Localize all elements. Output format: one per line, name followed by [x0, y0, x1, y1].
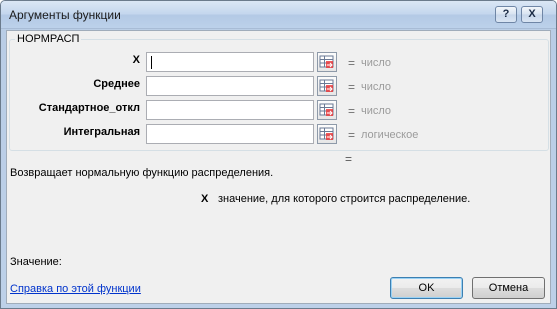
help-link[interactable]: Справка по этой функции	[10, 283, 141, 295]
arg-label-stdev: Стандартное_откл	[38, 102, 140, 114]
dialog-body: НОРМРАСП X = число Среднее = число Станд…	[6, 30, 551, 304]
text-caret	[151, 56, 152, 69]
arg-label-x: X	[132, 54, 140, 66]
range-select-icon[interactable]	[317, 52, 337, 72]
value-label: Значение:	[10, 256, 62, 268]
arg-input-stdev[interactable]	[146, 100, 314, 120]
arg-label-mean: Среднее	[93, 78, 140, 90]
arg-equals-stdev: =	[348, 104, 356, 118]
range-select-icon[interactable]	[317, 124, 337, 144]
arg-description-text: значение, для которого строится распреде…	[218, 193, 471, 205]
arg-input-mean[interactable]	[146, 76, 314, 96]
title-bar[interactable]: Аргументы функции ? X	[1, 1, 556, 29]
close-button[interactable]: X	[521, 6, 543, 23]
arg-hint-cumulative: логическое	[361, 129, 419, 141]
function-description: Возвращает нормальную функцию распределе…	[10, 167, 274, 179]
arg-input-x[interactable]	[146, 52, 314, 72]
arg-hint-stdev: число	[361, 105, 392, 117]
function-arguments-dialog: Аргументы функции ? X НОРМРАСП X = число…	[0, 0, 557, 309]
arg-hint-mean: число	[361, 81, 392, 93]
arg-description-name: X	[201, 193, 209, 205]
function-name: НОРМРАСП	[15, 33, 82, 45]
arg-equals-mean: =	[348, 80, 356, 94]
arg-label-cumulative: Интегральная	[63, 126, 140, 138]
arguments-group: НОРМРАСП X = число Среднее = число Станд…	[9, 33, 549, 151]
help-button[interactable]: ?	[495, 6, 517, 23]
range-select-icon[interactable]	[317, 76, 337, 96]
arg-input-cumulative[interactable]	[146, 124, 314, 144]
cancel-button[interactable]: Отмена	[472, 277, 545, 299]
result-equals: =	[345, 152, 353, 166]
arg-hint-x: число	[361, 57, 392, 69]
dialog-title: Аргументы функции	[9, 8, 121, 22]
arg-equals-x: =	[348, 56, 356, 70]
arg-equals-cumulative: =	[348, 128, 356, 142]
ok-button[interactable]: OK	[390, 277, 463, 299]
range-select-icon[interactable]	[317, 100, 337, 120]
